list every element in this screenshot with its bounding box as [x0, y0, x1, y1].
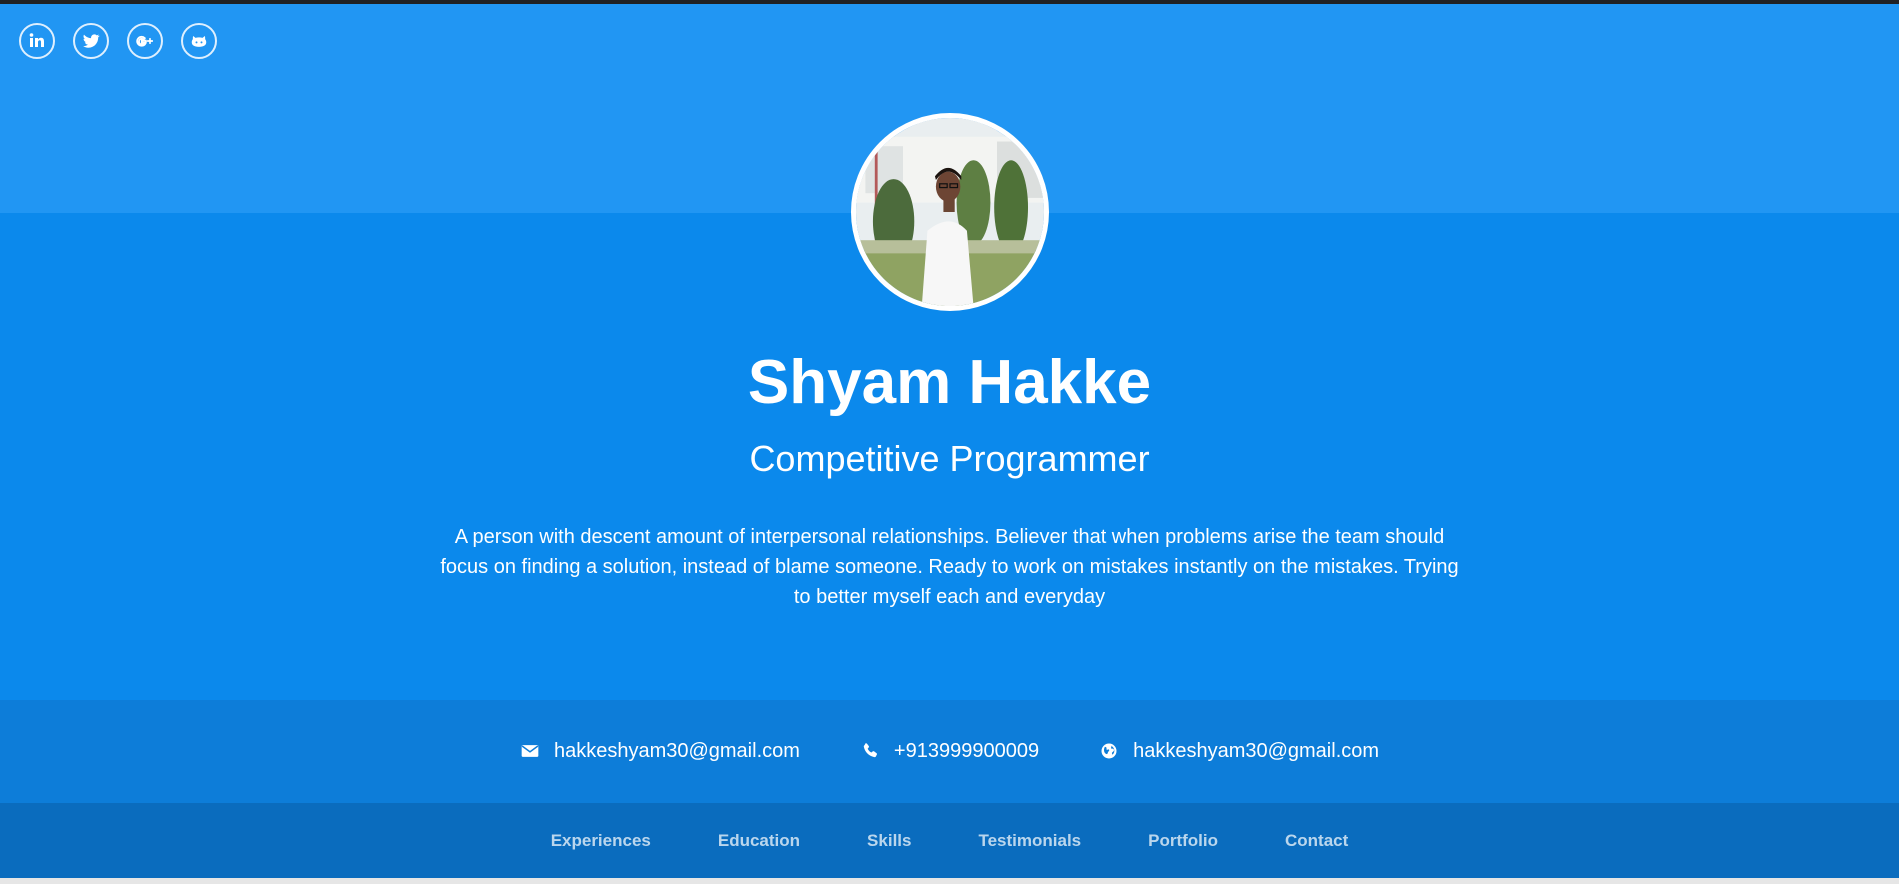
nav-portfolio[interactable]: Portfolio	[1148, 826, 1218, 856]
contact-list: hakkeshyam30@gmail.com +913999900009 hak…	[0, 735, 1899, 767]
contact-email[interactable]: hakkeshyam30@gmail.com	[520, 735, 800, 767]
phone-icon	[863, 743, 877, 758]
linkedin-icon	[29, 33, 44, 47]
profile-bio: A person with descent amount of interper…	[440, 526, 1459, 608]
profile-role: Competitive Programmer	[749, 438, 1150, 479]
profile-name: Shyam Hakke	[747, 348, 1152, 417]
contact-email-text: hakkeshyam30@gmail.com	[553, 740, 800, 762]
nav-skills[interactable]: Skills	[867, 826, 911, 856]
resume-page: Shyam Hakke Competitive Programmer A per…	[0, 0, 1899, 884]
social-linkedin-link[interactable]	[19, 23, 55, 59]
twitter-icon	[83, 34, 100, 48]
contact-website-text: hakkeshyam30@gmail.com	[1133, 740, 1380, 762]
nav-testimonials[interactable]: Testimonials	[978, 826, 1081, 856]
profile-photo-image	[856, 118, 1044, 306]
contact-phone[interactable]: +913999900009	[860, 735, 1039, 767]
profile-photo	[851, 113, 1049, 311]
contact-phone-text: +913999900009	[893, 740, 1040, 762]
contact-website[interactable]: hakkeshyam30@gmail.com	[1099, 735, 1379, 767]
nav-experiences[interactable]: Experiences	[551, 826, 651, 856]
social-links	[19, 23, 217, 59]
social-github-link[interactable]	[181, 23, 217, 59]
section-nav: Experiences Education Skills Testimonial…	[0, 826, 1899, 856]
social-twitter-link[interactable]	[73, 23, 109, 59]
nav-contact[interactable]: Contact	[1285, 826, 1348, 856]
github-icon	[191, 36, 207, 47]
google-plus-icon	[136, 35, 153, 47]
globe-icon	[1101, 743, 1117, 759]
nav-education[interactable]: Education	[718, 826, 800, 856]
social-google-plus-link[interactable]	[127, 23, 163, 59]
bottom-strip	[0, 878, 1899, 884]
envelope-icon	[521, 745, 539, 757]
